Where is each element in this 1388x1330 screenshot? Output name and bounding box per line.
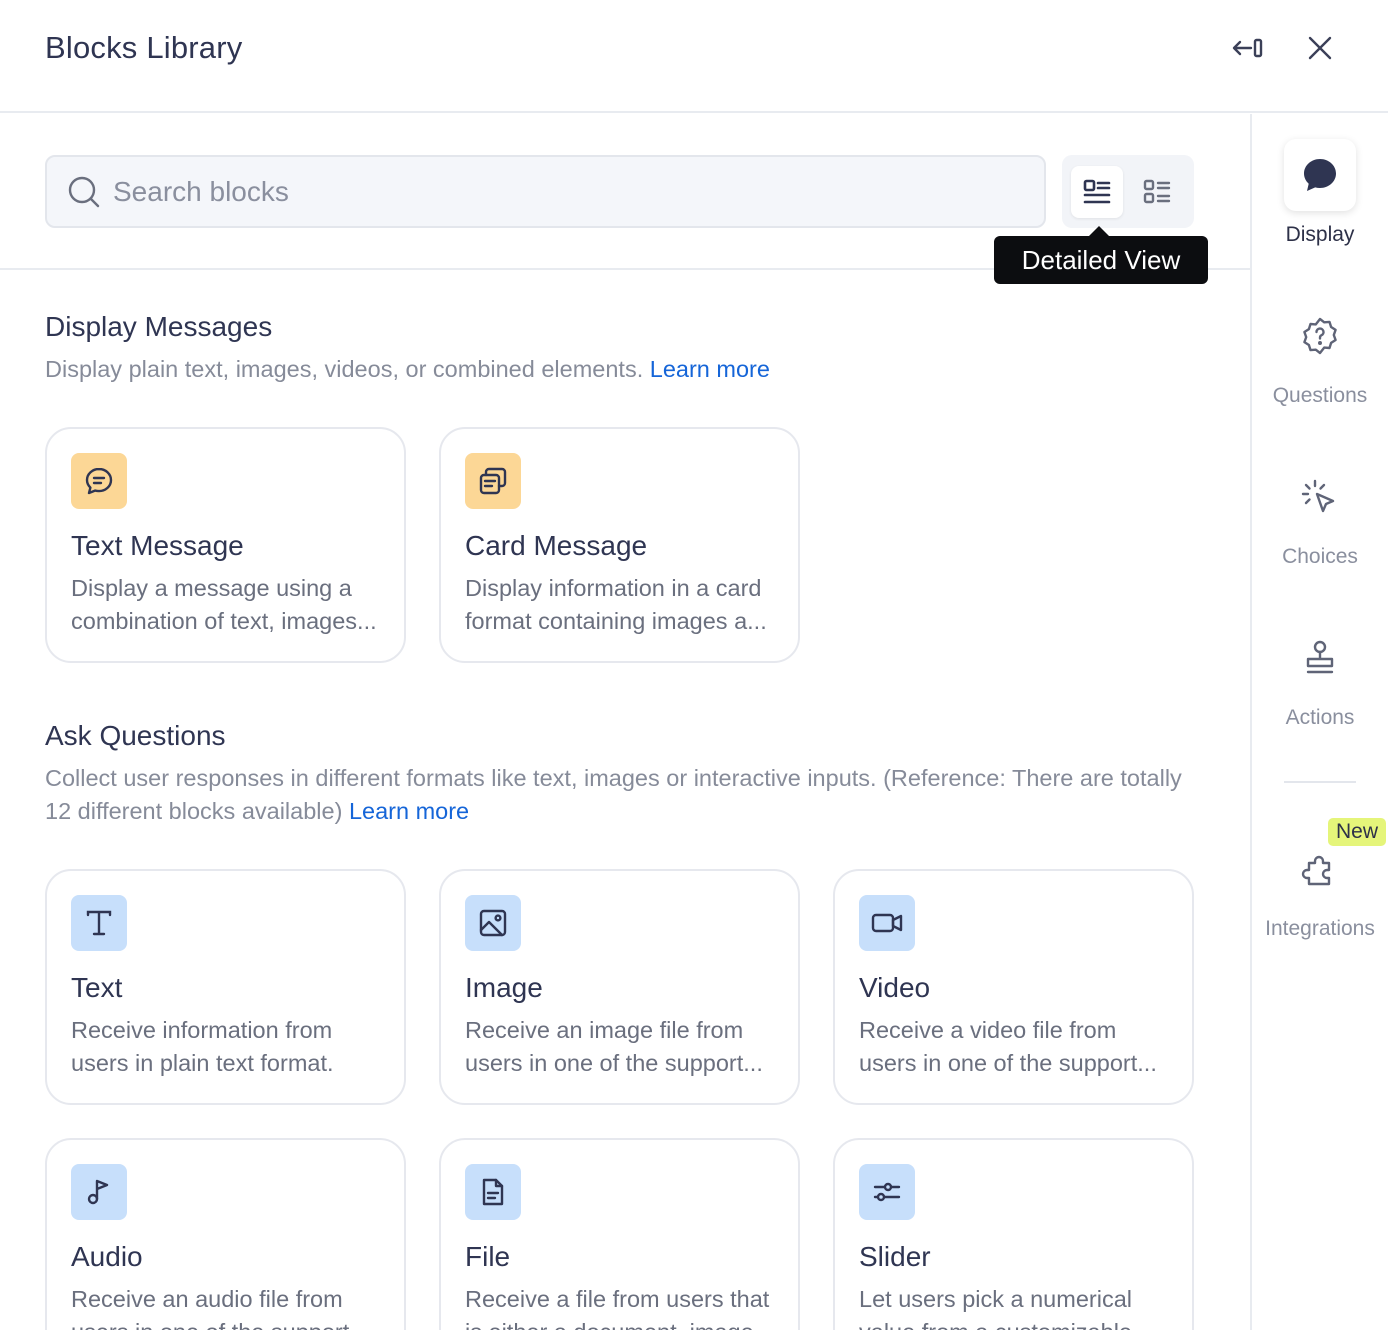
sidebar-separator: [1284, 781, 1356, 783]
page-title: Blocks Library: [45, 30, 243, 65]
card-description: Display information in a card format con…: [465, 575, 767, 634]
card-stack-icon: [465, 453, 521, 509]
card-description: Receive an audio file from users in one …: [71, 1286, 369, 1330]
detailed-view-button[interactable]: [1071, 165, 1123, 218]
card-description: Receive information from users in plain …: [71, 1017, 334, 1076]
compact-list-icon: [1143, 179, 1171, 203]
section-description: Display plain text, images, videos, or c…: [45, 353, 1195, 386]
block-card-image[interactable]: Image Receive an image file from users i…: [439, 869, 800, 1105]
blocks-content: Detailed View Display Messages Display p…: [0, 114, 1250, 1330]
sidebar-item-display[interactable]: Display: [1252, 139, 1388, 247]
collapse-panel-button[interactable]: [1230, 32, 1266, 64]
sidebar-item-choices[interactable]: Choices: [1252, 461, 1388, 569]
section-title-display-messages: Display Messages: [45, 311, 273, 342]
compact-view-button[interactable]: [1131, 166, 1183, 218]
sidebar-item-label: Integrations: [1265, 917, 1375, 940]
card-title: Text: [71, 972, 123, 1003]
new-badge: New: [1328, 818, 1386, 846]
card-title: Image: [465, 972, 543, 1003]
card-title: Card Message: [465, 530, 648, 561]
block-card-file[interactable]: File Receive a file from users that is e…: [439, 1138, 800, 1330]
block-card-audio[interactable]: Audio Receive an audio file from users i…: [45, 1138, 406, 1330]
close-button[interactable]: [1302, 30, 1338, 66]
view-tooltip: Detailed View: [994, 226, 1208, 284]
card-title: Audio: [71, 1241, 143, 1272]
detailed-list-icon: [1083, 179, 1111, 203]
slider-icon: [859, 1164, 915, 1220]
search-bar[interactable]: [45, 155, 1046, 228]
section-description-text: Display plain text, images, videos, or c…: [45, 356, 644, 382]
collapse-left-icon: [1232, 38, 1263, 58]
sidebar-item-label: Display: [1285, 223, 1355, 246]
block-card-slider[interactable]: Slider Let users pick a numerical value …: [833, 1138, 1194, 1330]
card-description: Let users pick a numerical value from a …: [859, 1286, 1152, 1330]
question-badge-icon: [1284, 300, 1356, 372]
chat-bubble-icon: [1284, 139, 1356, 211]
image-icon: [465, 895, 521, 951]
card-description: Display a message using a combination of…: [71, 575, 377, 634]
close-icon: [1308, 36, 1332, 60]
card-title: Text Message: [71, 530, 244, 561]
block-card-text-message[interactable]: Text Message Display a message using a c…: [45, 427, 406, 663]
learn-more-link[interactable]: Learn more: [349, 798, 469, 824]
learn-more-link[interactable]: Learn more: [650, 356, 770, 382]
card-title: File: [465, 1241, 511, 1272]
card-description: Receive a video file from users in one o…: [859, 1017, 1157, 1076]
sidebar-item-label: Actions: [1285, 706, 1355, 729]
block-card-card-message[interactable]: Card Message Display information in a ca…: [439, 427, 800, 663]
section-description-text: Collect user responses in different form…: [45, 765, 1182, 824]
sidebar-item-label: Questions: [1272, 384, 1368, 407]
text-t-icon: [71, 895, 127, 951]
file-icon: [465, 1164, 521, 1220]
card-description: Receive an image file from users in one …: [465, 1017, 763, 1076]
stamp-icon: [1284, 622, 1356, 694]
block-card-video[interactable]: Video Receive a video file from users in…: [833, 869, 1194, 1105]
sidebar-item-label: Choices: [1282, 545, 1358, 568]
card-title: Slider: [859, 1241, 931, 1272]
block-card-text[interactable]: Text Receive information from users in p…: [45, 869, 406, 1105]
sidebar-item-questions[interactable]: Questions: [1252, 300, 1388, 408]
view-toggle: [1062, 155, 1194, 228]
card-description: Receive a file from users that is either…: [465, 1286, 773, 1330]
search-input[interactable]: [113, 175, 993, 208]
chat-message-icon: [71, 453, 127, 509]
modal-header: Blocks Library: [0, 0, 1388, 113]
card-title: Video: [859, 972, 931, 1003]
video-camera-icon: [859, 895, 915, 951]
section-description: Collect user responses in different form…: [45, 762, 1195, 828]
search-icon: [68, 176, 100, 207]
section-title-ask-questions: Ask Questions: [45, 720, 226, 751]
sidebar-item-integrations[interactable]: Integrations: [1252, 833, 1388, 941]
sidebar-item-actions[interactable]: Actions: [1252, 622, 1388, 730]
pointer-click-icon: [1284, 461, 1356, 533]
music-note-icon: [71, 1164, 127, 1220]
